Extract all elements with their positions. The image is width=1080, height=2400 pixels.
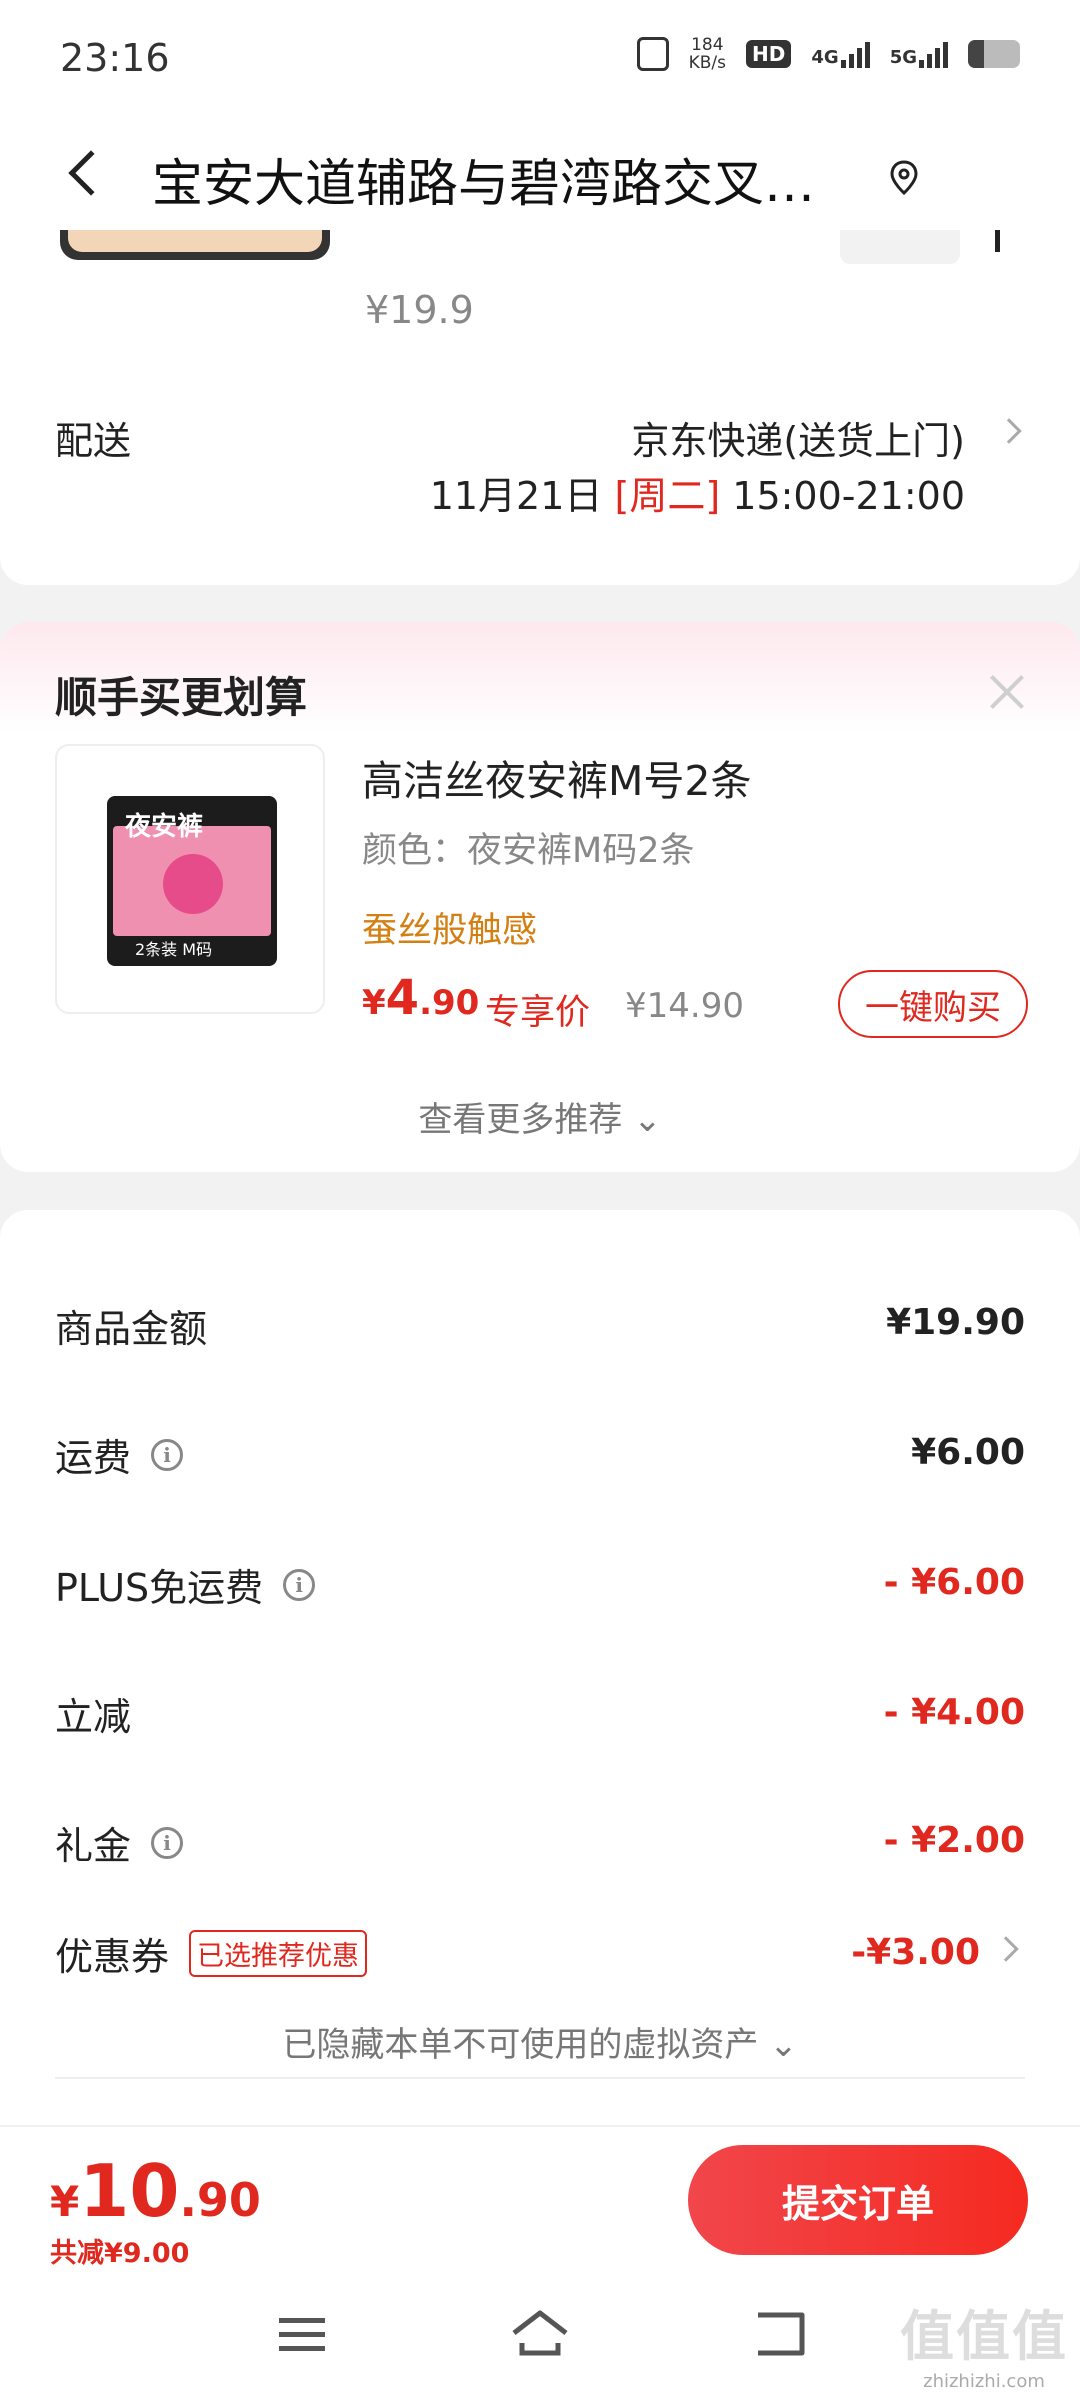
- exclusive-price-label: 专享价: [485, 993, 591, 1033]
- signal-5g-label: 5G: [889, 47, 917, 68]
- summary-row-instant-discount: 立减: [55, 1686, 1025, 1746]
- menu-button[interactable]: [262, 2294, 342, 2374]
- coupon-value[interactable]: -¥3.00: [851, 1932, 980, 1973]
- battery-icon: [968, 40, 1020, 68]
- header: 宝安大道辅路与碧湾路交叉…: [0, 120, 1080, 230]
- coupon-tag: 已选推荐优惠: [189, 1930, 368, 1977]
- price-integer: 4: [385, 970, 420, 1026]
- signal-4g-icon: 4G: [811, 40, 870, 68]
- goods-amount-value: ¥19.90: [886, 1302, 1025, 1343]
- back-button[interactable]: [50, 138, 120, 208]
- summary-row-gift-money: 礼金 i: [55, 1815, 1025, 1875]
- more-recommendations-link[interactable]: 查看更多推荐 ⌄: [0, 1092, 1080, 1141]
- product-original-price: ¥19.9: [365, 288, 474, 332]
- recommendation-name[interactable]: 高洁丝夜安裤M号2条: [362, 747, 751, 807]
- pack-tag-text: 2条装 M码: [135, 940, 213, 959]
- network-speed-unit: KB/s: [688, 53, 727, 73]
- delivery-label: 配送: [55, 419, 132, 463]
- delivery-weekday: [周二]: [614, 474, 721, 518]
- location-button[interactable]: [880, 154, 928, 202]
- watermark-sub: zhizhizhi.com: [923, 2371, 1045, 2392]
- location-pin-icon: [890, 160, 918, 196]
- network-speed: 184 KB/s: [689, 36, 726, 72]
- chevron-left-icon: [68, 150, 114, 196]
- plus-free-shipping-label: PLUS免运费: [55, 1566, 264, 1610]
- close-icon[interactable]: [985, 670, 1029, 714]
- home-button[interactable]: [500, 2294, 580, 2374]
- chevron-right-icon[interactable]: [996, 418, 1022, 444]
- chevron-right-icon[interactable]: [993, 1936, 1019, 1962]
- vibrate-icon: [636, 37, 669, 71]
- price-symbol: ¥: [362, 983, 386, 1023]
- delivery-method[interactable]: 京东快递(送货上门): [631, 410, 965, 465]
- delivery-card: ¥19.9 配送 京东快递(送货上门) 11月21日 [周二] 15:00-21…: [0, 230, 1080, 585]
- delivery-date: 11月21日: [429, 474, 603, 518]
- back-icon: [758, 2312, 805, 2356]
- watermark-logo: 值值值 zhizhizhi.com: [900, 2292, 1068, 2392]
- recommendation-variant: 颜色：夜安裤M码2条: [362, 831, 695, 871]
- price-decimal: .90: [419, 983, 480, 1023]
- pack-logo-text: 夜安裤: [125, 812, 204, 842]
- shipping-label: 运费: [55, 1436, 132, 1480]
- total-price-decimal: .90: [179, 2173, 261, 2227]
- back-nav-button[interactable]: [740, 2294, 820, 2374]
- status-time: 23:16: [60, 36, 170, 80]
- network-speed-value: 184: [691, 35, 724, 55]
- watermark-main: 值值值: [900, 2305, 1068, 2368]
- summary-row-shipping: 运费 i: [55, 1427, 1025, 1487]
- recommendation-original-price: ¥14.90: [625, 986, 744, 1026]
- recommendation-card: 顺手买更划算 夜安裤 2条装 M码 高洁丝夜安裤M号2条 颜色：夜安裤M码2条 …: [0, 622, 1080, 1172]
- status-bar: 23:16 184 KB/s HD 4G 5G: [0, 0, 1080, 120]
- delivery-time[interactable]: 11月21日 [周二] 15:00-21:00: [430, 465, 965, 520]
- summary-row-plus-free-shipping: PLUS免运费 i: [55, 1557, 1025, 1617]
- hidden-assets-link[interactable]: 已隐藏本单不可使用的虚拟资产 ⌄: [0, 2017, 1080, 2066]
- checkout-bar: ¥10.90 共减¥9.00 提交订单: [0, 2125, 1080, 2270]
- recommendation-title: 顺手买更划算: [55, 673, 308, 722]
- product-image[interactable]: [60, 230, 330, 260]
- summary-row-goods-amount: 商品金额: [55, 1298, 1025, 1358]
- coupon-label: 优惠券: [55, 1935, 170, 1979]
- delivery-time-range: 15:00-21:00: [732, 474, 965, 518]
- gift-money-label: 礼金: [55, 1824, 132, 1868]
- total-price-integer: 10: [79, 2149, 180, 2233]
- instant-discount-value: - ¥4.00: [883, 1692, 1025, 1733]
- signal-5g-icon: 5G: [890, 40, 948, 68]
- shipping-value: ¥6.00: [911, 1432, 1025, 1473]
- signal-bars-icon: [840, 40, 870, 68]
- total-price-symbol: ¥: [50, 2177, 80, 2226]
- address-title[interactable]: 宝安大道辅路与碧湾路交叉…: [152, 142, 862, 216]
- quantity-stepper[interactable]: [840, 230, 960, 264]
- info-icon[interactable]: i: [283, 1568, 316, 1601]
- total-saved[interactable]: 共减¥9.00: [50, 2231, 189, 2270]
- goods-amount-label: 商品金额: [55, 1307, 208, 1351]
- gift-money-value: - ¥2.00: [883, 1820, 1025, 1861]
- recommendation-price: ¥4.90: [362, 970, 479, 1026]
- instant-discount-label: 立减: [55, 1695, 132, 1739]
- info-icon[interactable]: i: [151, 1438, 184, 1471]
- submit-order-button[interactable]: 提交订单: [688, 2145, 1028, 2255]
- recommendation-feature: 蚕丝般触感: [362, 911, 538, 951]
- recommendation-image[interactable]: 夜安裤 2条装 M码: [55, 744, 325, 1014]
- signal-4g-label: 4G: [811, 47, 839, 68]
- signal-bars-icon: [919, 40, 948, 68]
- total-price: ¥10.90: [50, 2149, 261, 2233]
- divider: [55, 2077, 1025, 2079]
- plus-icon[interactable]: [995, 230, 1000, 252]
- status-icons: 184 KB/s HD 4G 5G: [636, 36, 1020, 72]
- info-icon[interactable]: i: [151, 1826, 184, 1859]
- plus-free-shipping-value: - ¥6.00: [883, 1562, 1025, 1603]
- home-icon: [512, 2310, 568, 2356]
- menu-icon: [279, 2318, 325, 2351]
- hd-icon: HD: [746, 40, 792, 68]
- one-click-buy-button[interactable]: 一键购买: [838, 970, 1028, 1038]
